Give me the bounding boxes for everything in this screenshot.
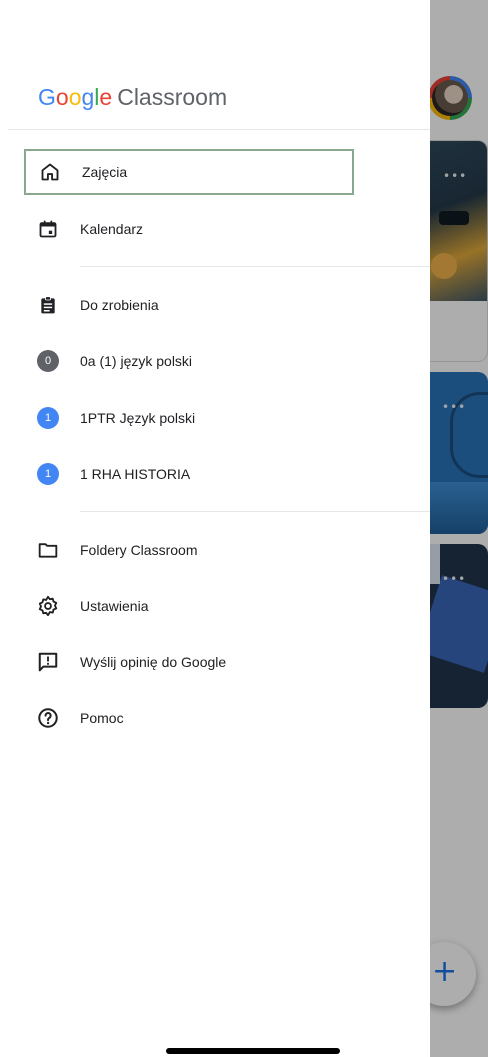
assignment-icon (36, 293, 60, 317)
nav-item-label: Zajęcia (82, 164, 128, 180)
nav-item-help[interactable]: Pomoc (24, 695, 354, 741)
google-letter: o (55, 84, 69, 110)
google-wordmark: Google (38, 84, 112, 110)
nav-item-label: Wyślij opinię do Google (80, 654, 227, 670)
nav-item-settings[interactable]: Ustawienia (24, 583, 354, 629)
badge-count: 0 (37, 350, 59, 372)
nav-item-label: Ustawienia (80, 598, 149, 614)
nav-item-class-1rha[interactable]: 1 1 RHA HISTORIA (24, 451, 354, 497)
google-letter: o (68, 84, 82, 110)
badge-count: 1 (37, 463, 59, 485)
google-classroom-logo: Google Classroom (38, 84, 227, 114)
nav-item-label: Foldery Classroom (80, 542, 198, 558)
class-badge: 0 (36, 349, 60, 373)
nav-item-folders[interactable]: Foldery Classroom (24, 527, 354, 573)
section-divider (80, 266, 430, 267)
google-letter: G (38, 84, 56, 110)
help-icon (36, 706, 60, 730)
header-divider (8, 129, 430, 130)
feedback-icon (36, 650, 60, 674)
google-letter: g (81, 84, 95, 110)
nav-item-label: 1PTR Język polski (80, 410, 196, 426)
calendar-icon (36, 217, 60, 241)
nav-item-class-0a[interactable]: 0 0a (1) język polski (24, 338, 354, 384)
folder-icon (36, 538, 60, 562)
home-icon (38, 160, 62, 184)
class-badge: 1 (36, 462, 60, 486)
google-letter: e (99, 84, 113, 110)
home-indicator[interactable] (166, 1048, 340, 1054)
nav-item-todo[interactable]: Do zrobienia (24, 282, 354, 328)
nav-item-label: Kalendarz (80, 221, 144, 237)
classroom-wordmark: Classroom (117, 84, 228, 110)
nav-item-label: Do zrobienia (80, 297, 159, 313)
class-badge: 1 (36, 406, 60, 430)
section-divider (80, 511, 430, 512)
nav-item-class-1ptr[interactable]: 1 1PTR Język polski (24, 395, 354, 441)
nav-item-classes[interactable]: Zajęcia (24, 149, 354, 195)
nav-item-feedback[interactable]: Wyślij opinię do Google (24, 639, 354, 685)
nav-item-label: 0a (1) język polski (80, 353, 193, 369)
nav-item-label: 1 RHA HISTORIA (80, 466, 191, 482)
badge-count: 1 (37, 407, 59, 429)
nav-item-label: Pomoc (80, 710, 124, 726)
settings-icon (36, 594, 60, 618)
nav-item-calendar[interactable]: Kalendarz (24, 206, 354, 252)
navigation-drawer: Google Classroom Zajęcia Kalendarz Do zro… (0, 0, 430, 1057)
